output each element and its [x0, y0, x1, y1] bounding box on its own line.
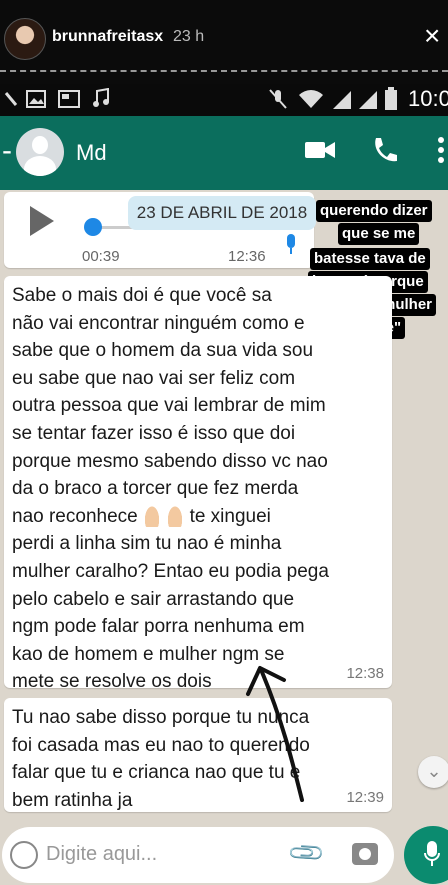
signal-strength-icon: [333, 91, 351, 109]
attach-clip-icon[interactable]: 📎: [286, 833, 328, 875]
phone-call-icon[interactable]: [370, 136, 398, 164]
audio-progress-handle[interactable]: [84, 218, 102, 236]
contact-name[interactable]: Md: [76, 140, 107, 166]
music-icon: [93, 88, 109, 107]
scroll-down-icon[interactable]: ⌄: [418, 756, 448, 788]
message-bubble: Tu nao sabe disso porque tu nunca foi ca…: [4, 698, 392, 812]
overlay-caption-line: querendo dizer: [316, 200, 432, 222]
chat-header: - Md: [0, 116, 448, 190]
story-header: brunnafreitasx 23 h ×: [0, 0, 448, 84]
mic-icon: [424, 841, 440, 866]
story-timestamp: 23 h: [173, 28, 205, 45]
back-button[interactable]: -: [2, 134, 12, 168]
middle-finger-emoji-icon: [143, 502, 161, 527]
overlay-caption-line: batesse tava de: [310, 248, 430, 270]
message-time: 12:38: [346, 665, 384, 682]
phone-status-bar: 10:0: [0, 84, 448, 116]
battery-icon: [385, 87, 397, 110]
mute-icon: [269, 89, 287, 109]
message-time: 12:36: [228, 248, 266, 265]
date-divider: 23 DE ABRIL DE 2018: [128, 196, 316, 230]
message-time: 12:39: [346, 789, 384, 806]
mic-icon: [287, 234, 295, 254]
contact-avatar[interactable]: [16, 128, 64, 176]
message-bubble: Sabe o mais doi é que você sa não vai en…: [4, 276, 392, 692]
more-menu-icon[interactable]: [436, 136, 446, 166]
news-icon: [58, 90, 80, 108]
message-text: Sabe o mais doi é que você sa não vai en…: [12, 285, 329, 693]
video-call-icon[interactable]: [304, 138, 336, 162]
message-composer: Digite aqui... 📎: [2, 827, 394, 883]
play-icon[interactable]: [30, 206, 54, 236]
message-input[interactable]: Digite aqui...: [46, 843, 157, 866]
audio-duration: 00:39: [82, 248, 120, 265]
status-clock: 10:0: [408, 86, 448, 111]
gallery-icon: [26, 90, 46, 108]
camera-icon[interactable]: [352, 843, 378, 865]
close-icon[interactable]: ×: [424, 22, 440, 50]
drawn-arrow-annotation: [246, 666, 304, 802]
signal-icon: [4, 92, 18, 106]
wifi-icon: [299, 90, 323, 108]
emoji-icon[interactable]: [10, 841, 38, 869]
story-progress-bar: [0, 70, 448, 72]
story-username[interactable]: brunnafreitasx: [52, 28, 163, 46]
middle-finger-emoji-icon: [166, 502, 185, 527]
story-avatar[interactable]: [4, 18, 46, 60]
overlay-caption-line: que se me: [338, 223, 420, 245]
signal-strength-2-icon: [359, 91, 377, 109]
